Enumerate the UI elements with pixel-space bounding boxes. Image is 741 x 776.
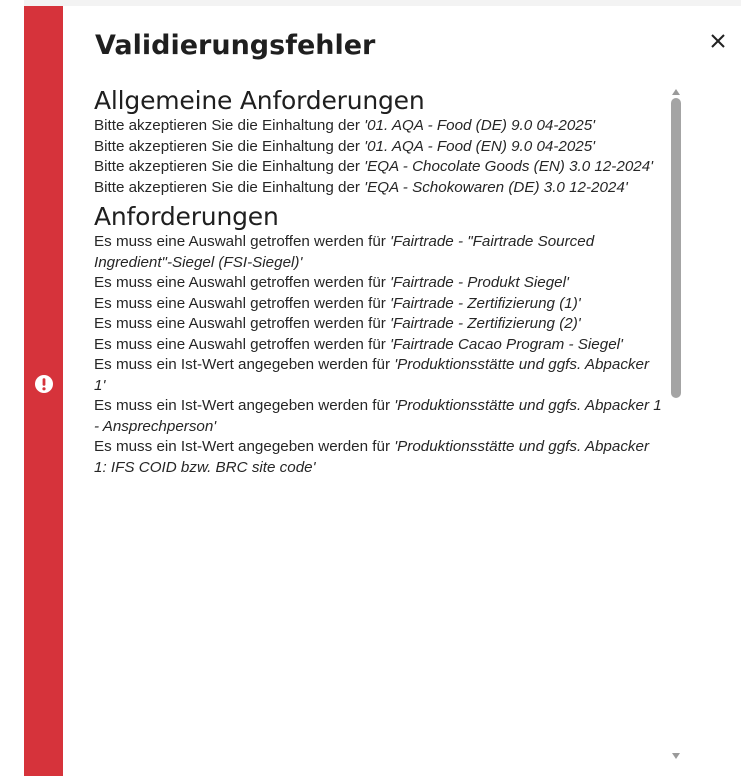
error-message: Bitte akzeptieren Sie die Einhaltung der… [94,137,596,155]
scroll-up-button[interactable] [671,82,681,95]
error-message: Es muss eine Auswahl getroffen werden fü… [94,335,623,353]
section-heading: Allgemeine Anforderungen [94,86,425,115]
error-message: Es muss eine Auswahl getroffen werden fü… [94,233,595,271]
error-message: Bitte akzeptieren Sie die Einhaltung der… [94,178,628,196]
error-message: Bitte akzeptieren Sie die Einhaltung der… [94,117,596,134]
error-message: Es muss ein Ist-Wert angegeben werden fü… [94,438,650,476]
top-border [0,0,741,6]
error-message: Es muss ein Ist-Wert angegeben werden fü… [94,397,662,435]
vertical-scrollbar[interactable] [668,82,684,759]
scroll-down-button[interactable] [671,746,681,759]
error-message: Es muss eine Auswahl getroffen werden fü… [94,315,581,332]
section-allgemeine-anforderungen: Allgemeine Anforderungen Bitte akzeptier… [94,86,662,198]
close-button[interactable] [702,25,734,57]
error-list-scroll-area[interactable]: Allgemeine Anforderungen Bitte akzeptier… [94,86,662,756]
triangle-down-icon [672,753,680,759]
exclamation-circle-icon [29,369,58,398]
dialog-title: Validierungsfehler [95,30,376,61]
section-anforderungen: Anforderungen Es muss eine Auswahl getro… [94,202,662,478]
close-icon [711,34,725,48]
section-heading: Anforderungen [94,202,279,231]
scrollbar-thumb[interactable] [671,98,681,398]
left-margin [0,0,24,776]
validation-dialog: Validierungsfehler Allgemeine Anforderun… [0,0,741,776]
error-message: Es muss ein Ist-Wert angegeben werden fü… [94,356,650,394]
error-message: Es muss eine Auswahl getroffen werden fü… [94,294,581,312]
error-message: Es muss eine Auswahl getroffen werden fü… [94,274,569,291]
triangle-up-icon [672,89,680,95]
error-message: Bitte akzeptieren Sie die Einhaltung der… [94,158,654,175]
